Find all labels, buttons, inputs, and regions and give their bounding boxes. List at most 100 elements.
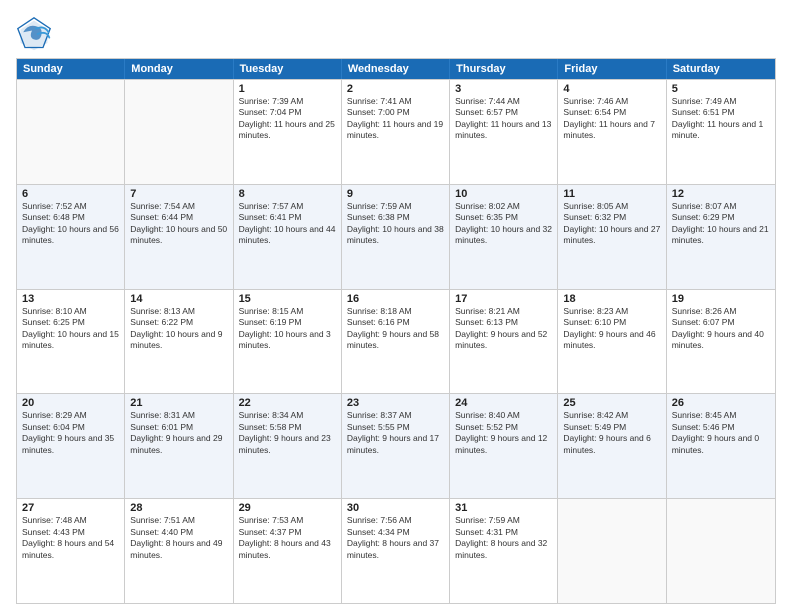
day-number: 17 — [455, 293, 552, 305]
day-number: 26 — [672, 397, 770, 409]
cell-info: Sunrise: 8:13 AM Sunset: 6:22 PM Dayligh… — [130, 306, 227, 352]
page: SundayMondayTuesdayWednesdayThursdayFrid… — [0, 0, 792, 612]
day-number: 5 — [672, 83, 770, 95]
day-number: 15 — [239, 293, 336, 305]
cell-info: Sunrise: 8:10 AM Sunset: 6:25 PM Dayligh… — [22, 306, 119, 352]
calendar: SundayMondayTuesdayWednesdayThursdayFrid… — [16, 58, 776, 604]
day-cell-25: 25Sunrise: 8:42 AM Sunset: 5:49 PM Dayli… — [558, 394, 666, 498]
cell-info: Sunrise: 7:44 AM Sunset: 6:57 PM Dayligh… — [455, 96, 552, 142]
day-cell-3: 3Sunrise: 7:44 AM Sunset: 6:57 PM Daylig… — [450, 80, 558, 184]
day-cell-8: 8Sunrise: 7:57 AM Sunset: 6:41 PM Daylig… — [234, 185, 342, 289]
cell-info: Sunrise: 8:40 AM Sunset: 5:52 PM Dayligh… — [455, 410, 552, 456]
cell-info: Sunrise: 8:23 AM Sunset: 6:10 PM Dayligh… — [563, 306, 660, 352]
cell-info: Sunrise: 7:41 AM Sunset: 7:00 PM Dayligh… — [347, 96, 444, 142]
day-cell-22: 22Sunrise: 8:34 AM Sunset: 5:58 PM Dayli… — [234, 394, 342, 498]
day-cell-26: 26Sunrise: 8:45 AM Sunset: 5:46 PM Dayli… — [667, 394, 775, 498]
day-cell-9: 9Sunrise: 7:59 AM Sunset: 6:38 PM Daylig… — [342, 185, 450, 289]
header-cell-sunday: Sunday — [17, 59, 125, 79]
day-number: 3 — [455, 83, 552, 95]
calendar-row-1: 6Sunrise: 7:52 AM Sunset: 6:48 PM Daylig… — [17, 184, 775, 289]
cell-info: Sunrise: 8:26 AM Sunset: 6:07 PM Dayligh… — [672, 306, 770, 352]
day-number: 23 — [347, 397, 444, 409]
calendar-row-4: 27Sunrise: 7:48 AM Sunset: 4:43 PM Dayli… — [17, 498, 775, 603]
day-number: 22 — [239, 397, 336, 409]
day-number: 16 — [347, 293, 444, 305]
day-cell-4: 4Sunrise: 7:46 AM Sunset: 6:54 PM Daylig… — [558, 80, 666, 184]
day-number: 28 — [130, 502, 227, 514]
cell-info: Sunrise: 8:21 AM Sunset: 6:13 PM Dayligh… — [455, 306, 552, 352]
day-cell-29: 29Sunrise: 7:53 AM Sunset: 4:37 PM Dayli… — [234, 499, 342, 603]
day-number: 18 — [563, 293, 660, 305]
day-cell-12: 12Sunrise: 8:07 AM Sunset: 6:29 PM Dayli… — [667, 185, 775, 289]
day-number: 6 — [22, 188, 119, 200]
day-cell-11: 11Sunrise: 8:05 AM Sunset: 6:32 PM Dayli… — [558, 185, 666, 289]
day-cell-24: 24Sunrise: 8:40 AM Sunset: 5:52 PM Dayli… — [450, 394, 558, 498]
cell-info: Sunrise: 8:15 AM Sunset: 6:19 PM Dayligh… — [239, 306, 336, 352]
cell-info: Sunrise: 8:37 AM Sunset: 5:55 PM Dayligh… — [347, 410, 444, 456]
cell-info: Sunrise: 7:59 AM Sunset: 6:38 PM Dayligh… — [347, 201, 444, 247]
cell-info: Sunrise: 7:57 AM Sunset: 6:41 PM Dayligh… — [239, 201, 336, 247]
day-number: 1 — [239, 83, 336, 95]
day-cell-1: 1Sunrise: 7:39 AM Sunset: 7:04 PM Daylig… — [234, 80, 342, 184]
day-cell-6: 6Sunrise: 7:52 AM Sunset: 6:48 PM Daylig… — [17, 185, 125, 289]
day-cell-7: 7Sunrise: 7:54 AM Sunset: 6:44 PM Daylig… — [125, 185, 233, 289]
cell-info: Sunrise: 8:29 AM Sunset: 6:04 PM Dayligh… — [22, 410, 119, 456]
day-number: 29 — [239, 502, 336, 514]
cell-info: Sunrise: 7:53 AM Sunset: 4:37 PM Dayligh… — [239, 515, 336, 561]
day-cell-20: 20Sunrise: 8:29 AM Sunset: 6:04 PM Dayli… — [17, 394, 125, 498]
calendar-header: SundayMondayTuesdayWednesdayThursdayFrid… — [17, 59, 775, 79]
header-cell-wednesday: Wednesday — [342, 59, 450, 79]
header-cell-saturday: Saturday — [667, 59, 775, 79]
cell-info: Sunrise: 8:02 AM Sunset: 6:35 PM Dayligh… — [455, 201, 552, 247]
cell-info: Sunrise: 7:59 AM Sunset: 4:31 PM Dayligh… — [455, 515, 552, 561]
day-number: 9 — [347, 188, 444, 200]
day-cell-14: 14Sunrise: 8:13 AM Sunset: 6:22 PM Dayli… — [125, 290, 233, 394]
cell-info: Sunrise: 7:54 AM Sunset: 6:44 PM Dayligh… — [130, 201, 227, 247]
day-cell-21: 21Sunrise: 8:31 AM Sunset: 6:01 PM Dayli… — [125, 394, 233, 498]
cell-info: Sunrise: 8:07 AM Sunset: 6:29 PM Dayligh… — [672, 201, 770, 247]
day-cell-13: 13Sunrise: 8:10 AM Sunset: 6:25 PM Dayli… — [17, 290, 125, 394]
day-cell-23: 23Sunrise: 8:37 AM Sunset: 5:55 PM Dayli… — [342, 394, 450, 498]
cell-info: Sunrise: 7:46 AM Sunset: 6:54 PM Dayligh… — [563, 96, 660, 142]
day-number: 25 — [563, 397, 660, 409]
day-number: 14 — [130, 293, 227, 305]
calendar-row-2: 13Sunrise: 8:10 AM Sunset: 6:25 PM Dayli… — [17, 289, 775, 394]
cell-info: Sunrise: 8:34 AM Sunset: 5:58 PM Dayligh… — [239, 410, 336, 456]
day-number: 30 — [347, 502, 444, 514]
calendar-row-3: 20Sunrise: 8:29 AM Sunset: 6:04 PM Dayli… — [17, 393, 775, 498]
day-number: 21 — [130, 397, 227, 409]
empty-cell — [17, 80, 125, 184]
cell-info: Sunrise: 7:56 AM Sunset: 4:34 PM Dayligh… — [347, 515, 444, 561]
day-cell-27: 27Sunrise: 7:48 AM Sunset: 4:43 PM Dayli… — [17, 499, 125, 603]
day-cell-31: 31Sunrise: 7:59 AM Sunset: 4:31 PM Dayli… — [450, 499, 558, 603]
day-number: 24 — [455, 397, 552, 409]
header — [16, 12, 776, 52]
logo — [16, 16, 56, 52]
day-number: 11 — [563, 188, 660, 200]
day-number: 8 — [239, 188, 336, 200]
cell-info: Sunrise: 8:42 AM Sunset: 5:49 PM Dayligh… — [563, 410, 660, 456]
cell-info: Sunrise: 8:45 AM Sunset: 5:46 PM Dayligh… — [672, 410, 770, 456]
day-cell-18: 18Sunrise: 8:23 AM Sunset: 6:10 PM Dayli… — [558, 290, 666, 394]
empty-cell — [125, 80, 233, 184]
cell-info: Sunrise: 7:51 AM Sunset: 4:40 PM Dayligh… — [130, 515, 227, 561]
calendar-body: 1Sunrise: 7:39 AM Sunset: 7:04 PM Daylig… — [17, 79, 775, 603]
day-number: 27 — [22, 502, 119, 514]
day-cell-2: 2Sunrise: 7:41 AM Sunset: 7:00 PM Daylig… — [342, 80, 450, 184]
header-cell-tuesday: Tuesday — [234, 59, 342, 79]
day-number: 10 — [455, 188, 552, 200]
day-number: 2 — [347, 83, 444, 95]
empty-cell — [667, 499, 775, 603]
empty-cell — [558, 499, 666, 603]
day-cell-15: 15Sunrise: 8:15 AM Sunset: 6:19 PM Dayli… — [234, 290, 342, 394]
header-cell-friday: Friday — [558, 59, 666, 79]
day-cell-16: 16Sunrise: 8:18 AM Sunset: 6:16 PM Dayli… — [342, 290, 450, 394]
day-cell-10: 10Sunrise: 8:02 AM Sunset: 6:35 PM Dayli… — [450, 185, 558, 289]
day-number: 13 — [22, 293, 119, 305]
day-number: 20 — [22, 397, 119, 409]
logo-icon — [16, 16, 52, 52]
cell-info: Sunrise: 8:18 AM Sunset: 6:16 PM Dayligh… — [347, 306, 444, 352]
cell-info: Sunrise: 7:49 AM Sunset: 6:51 PM Dayligh… — [672, 96, 770, 142]
day-cell-30: 30Sunrise: 7:56 AM Sunset: 4:34 PM Dayli… — [342, 499, 450, 603]
cell-info: Sunrise: 8:05 AM Sunset: 6:32 PM Dayligh… — [563, 201, 660, 247]
